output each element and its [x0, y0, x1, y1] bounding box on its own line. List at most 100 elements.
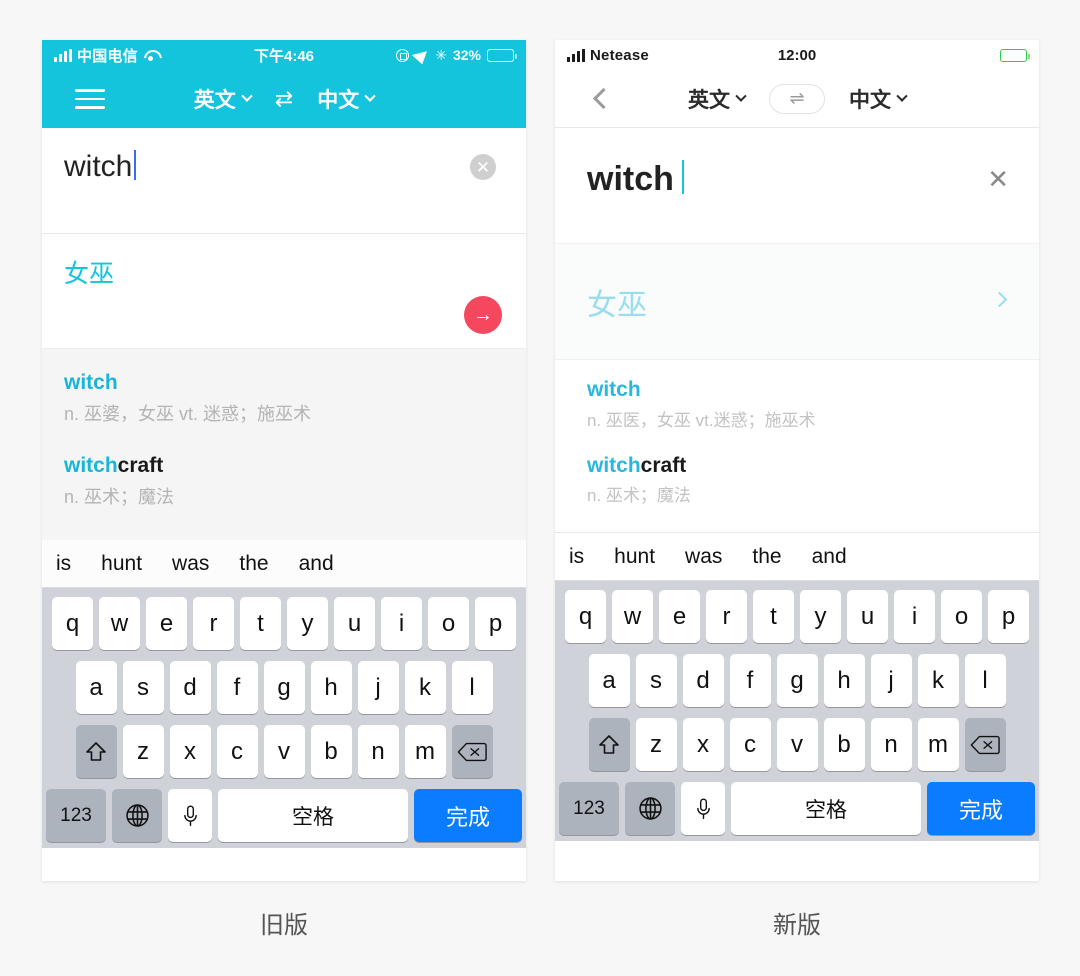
key-q[interactable]: q [565, 590, 606, 643]
search-input-zone-old[interactable]: witch ✕ [42, 128, 526, 234]
key-v[interactable]: v [776, 718, 818, 771]
clear-search-button[interactable]: ✕ [470, 154, 496, 180]
menu-button[interactable] [42, 83, 138, 115]
key-p[interactable]: p [988, 590, 1029, 643]
prediction-word[interactable]: the [752, 545, 781, 569]
key-y[interactable]: y [800, 590, 841, 643]
key-l[interactable]: l [964, 654, 1006, 707]
key-i[interactable]: i [894, 590, 935, 643]
key-f[interactable]: f [729, 654, 771, 707]
swap-languages-button[interactable]: ⇄ [275, 86, 293, 112]
key-u[interactable]: u [334, 597, 375, 650]
source-language-selector[interactable]: 英文 [194, 84, 253, 114]
key-n[interactable]: n [357, 725, 399, 778]
chevron-right-icon[interactable] [991, 291, 1008, 308]
key-j[interactable]: j [870, 654, 912, 707]
key-m[interactable]: m [404, 725, 446, 778]
key-r[interactable]: r [706, 590, 747, 643]
prediction-word[interactable]: hunt [101, 552, 142, 576]
key-v[interactable]: v [263, 725, 305, 778]
globe-key[interactable] [112, 789, 162, 842]
key-d[interactable]: d [169, 661, 211, 714]
key-y[interactable]: y [287, 597, 328, 650]
search-input-old[interactable]: witch [64, 146, 137, 184]
clear-search-button[interactable]: ✕ [987, 166, 1009, 192]
done-key[interactable]: 完成 [927, 782, 1035, 835]
key-g[interactable]: g [263, 661, 305, 714]
key-b[interactable]: b [823, 718, 865, 771]
done-key[interactable]: 完成 [414, 789, 522, 842]
key-u[interactable]: u [847, 590, 888, 643]
key-a[interactable]: a [588, 654, 630, 707]
prediction-word[interactable]: and [812, 545, 847, 569]
key-o[interactable]: o [428, 597, 469, 650]
key-t[interactable]: t [753, 590, 794, 643]
key-w[interactable]: w [99, 597, 140, 650]
prediction-word[interactable]: the [239, 552, 268, 576]
key-q[interactable]: q [52, 597, 93, 650]
back-button[interactable] [555, 87, 651, 110]
shift-key[interactable] [75, 725, 117, 778]
key-g[interactable]: g [776, 654, 818, 707]
prediction-word[interactable]: is [569, 545, 584, 569]
translation-result-row-new[interactable]: 女巫 [555, 243, 1039, 360]
translation-result-row-old[interactable]: 女巫 → [42, 234, 526, 349]
key-m[interactable]: m [917, 718, 959, 771]
key-z[interactable]: z [635, 718, 677, 771]
prediction-word[interactable]: was [685, 545, 722, 569]
key-i[interactable]: i [381, 597, 422, 650]
list-item[interactable]: witch n. 巫婆，女巫 vt. 迷惑；施巫术 [64, 367, 504, 428]
key-o[interactable]: o [941, 590, 982, 643]
prediction-word[interactable]: hunt [614, 545, 655, 569]
key-n[interactable]: n [870, 718, 912, 771]
backspace-key[interactable] [964, 718, 1006, 771]
target-language-selector[interactable]: 中文 [849, 84, 908, 114]
key-k[interactable]: k [404, 661, 446, 714]
source-language-selector[interactable]: 英文 [688, 84, 747, 114]
key-a[interactable]: a [75, 661, 117, 714]
numeric-key[interactable]: 123 [559, 782, 619, 835]
microphone-key[interactable] [681, 782, 725, 835]
list-item[interactable]: witchcraft n. 巫术；魔法 [587, 450, 1007, 510]
key-t[interactable]: t [240, 597, 281, 650]
backspace-key[interactable] [451, 725, 493, 778]
prediction-word[interactable]: was [172, 552, 209, 576]
key-z[interactable]: z [122, 725, 164, 778]
space-key[interactable]: 空格 [218, 789, 408, 842]
search-input-new[interactable]: witch [587, 156, 684, 199]
key-j[interactable]: j [357, 661, 399, 714]
shift-key[interactable] [588, 718, 630, 771]
target-language-selector[interactable]: 中文 [317, 84, 376, 114]
list-item[interactable]: witch n. 巫医，女巫 vt.迷惑；施巫术 [587, 374, 1007, 434]
key-h[interactable]: h [310, 661, 352, 714]
key-c[interactable]: c [216, 725, 258, 778]
microphone-key[interactable] [168, 789, 212, 842]
suggestion-word-rest: craft [117, 454, 164, 478]
arrow-right-circle-icon[interactable]: → [464, 296, 502, 334]
key-h[interactable]: h [823, 654, 865, 707]
key-e[interactable]: e [146, 597, 187, 650]
key-f[interactable]: f [216, 661, 258, 714]
key-c[interactable]: c [729, 718, 771, 771]
key-k[interactable]: k [917, 654, 959, 707]
space-key[interactable]: 空格 [731, 782, 921, 835]
key-e[interactable]: e [659, 590, 700, 643]
search-input-zone-new[interactable]: witch ✕ [555, 128, 1039, 243]
key-s[interactable]: s [122, 661, 164, 714]
swap-languages-button[interactable]: ⇌ [769, 83, 825, 114]
globe-key[interactable] [625, 782, 675, 835]
prediction-word[interactable]: is [56, 552, 71, 576]
key-l[interactable]: l [451, 661, 493, 714]
numeric-key[interactable]: 123 [46, 789, 106, 842]
key-x[interactable]: x [682, 718, 724, 771]
key-s[interactable]: s [635, 654, 677, 707]
key-w[interactable]: w [612, 590, 653, 643]
key-b[interactable]: b [310, 725, 352, 778]
keyboard-prediction-bar: is hunt was the and [42, 540, 526, 588]
key-x[interactable]: x [169, 725, 211, 778]
prediction-word[interactable]: and [299, 552, 334, 576]
key-r[interactable]: r [193, 597, 234, 650]
key-d[interactable]: d [682, 654, 724, 707]
key-p[interactable]: p [475, 597, 516, 650]
list-item[interactable]: witchcraft n. 巫术；魔法 [64, 450, 504, 511]
